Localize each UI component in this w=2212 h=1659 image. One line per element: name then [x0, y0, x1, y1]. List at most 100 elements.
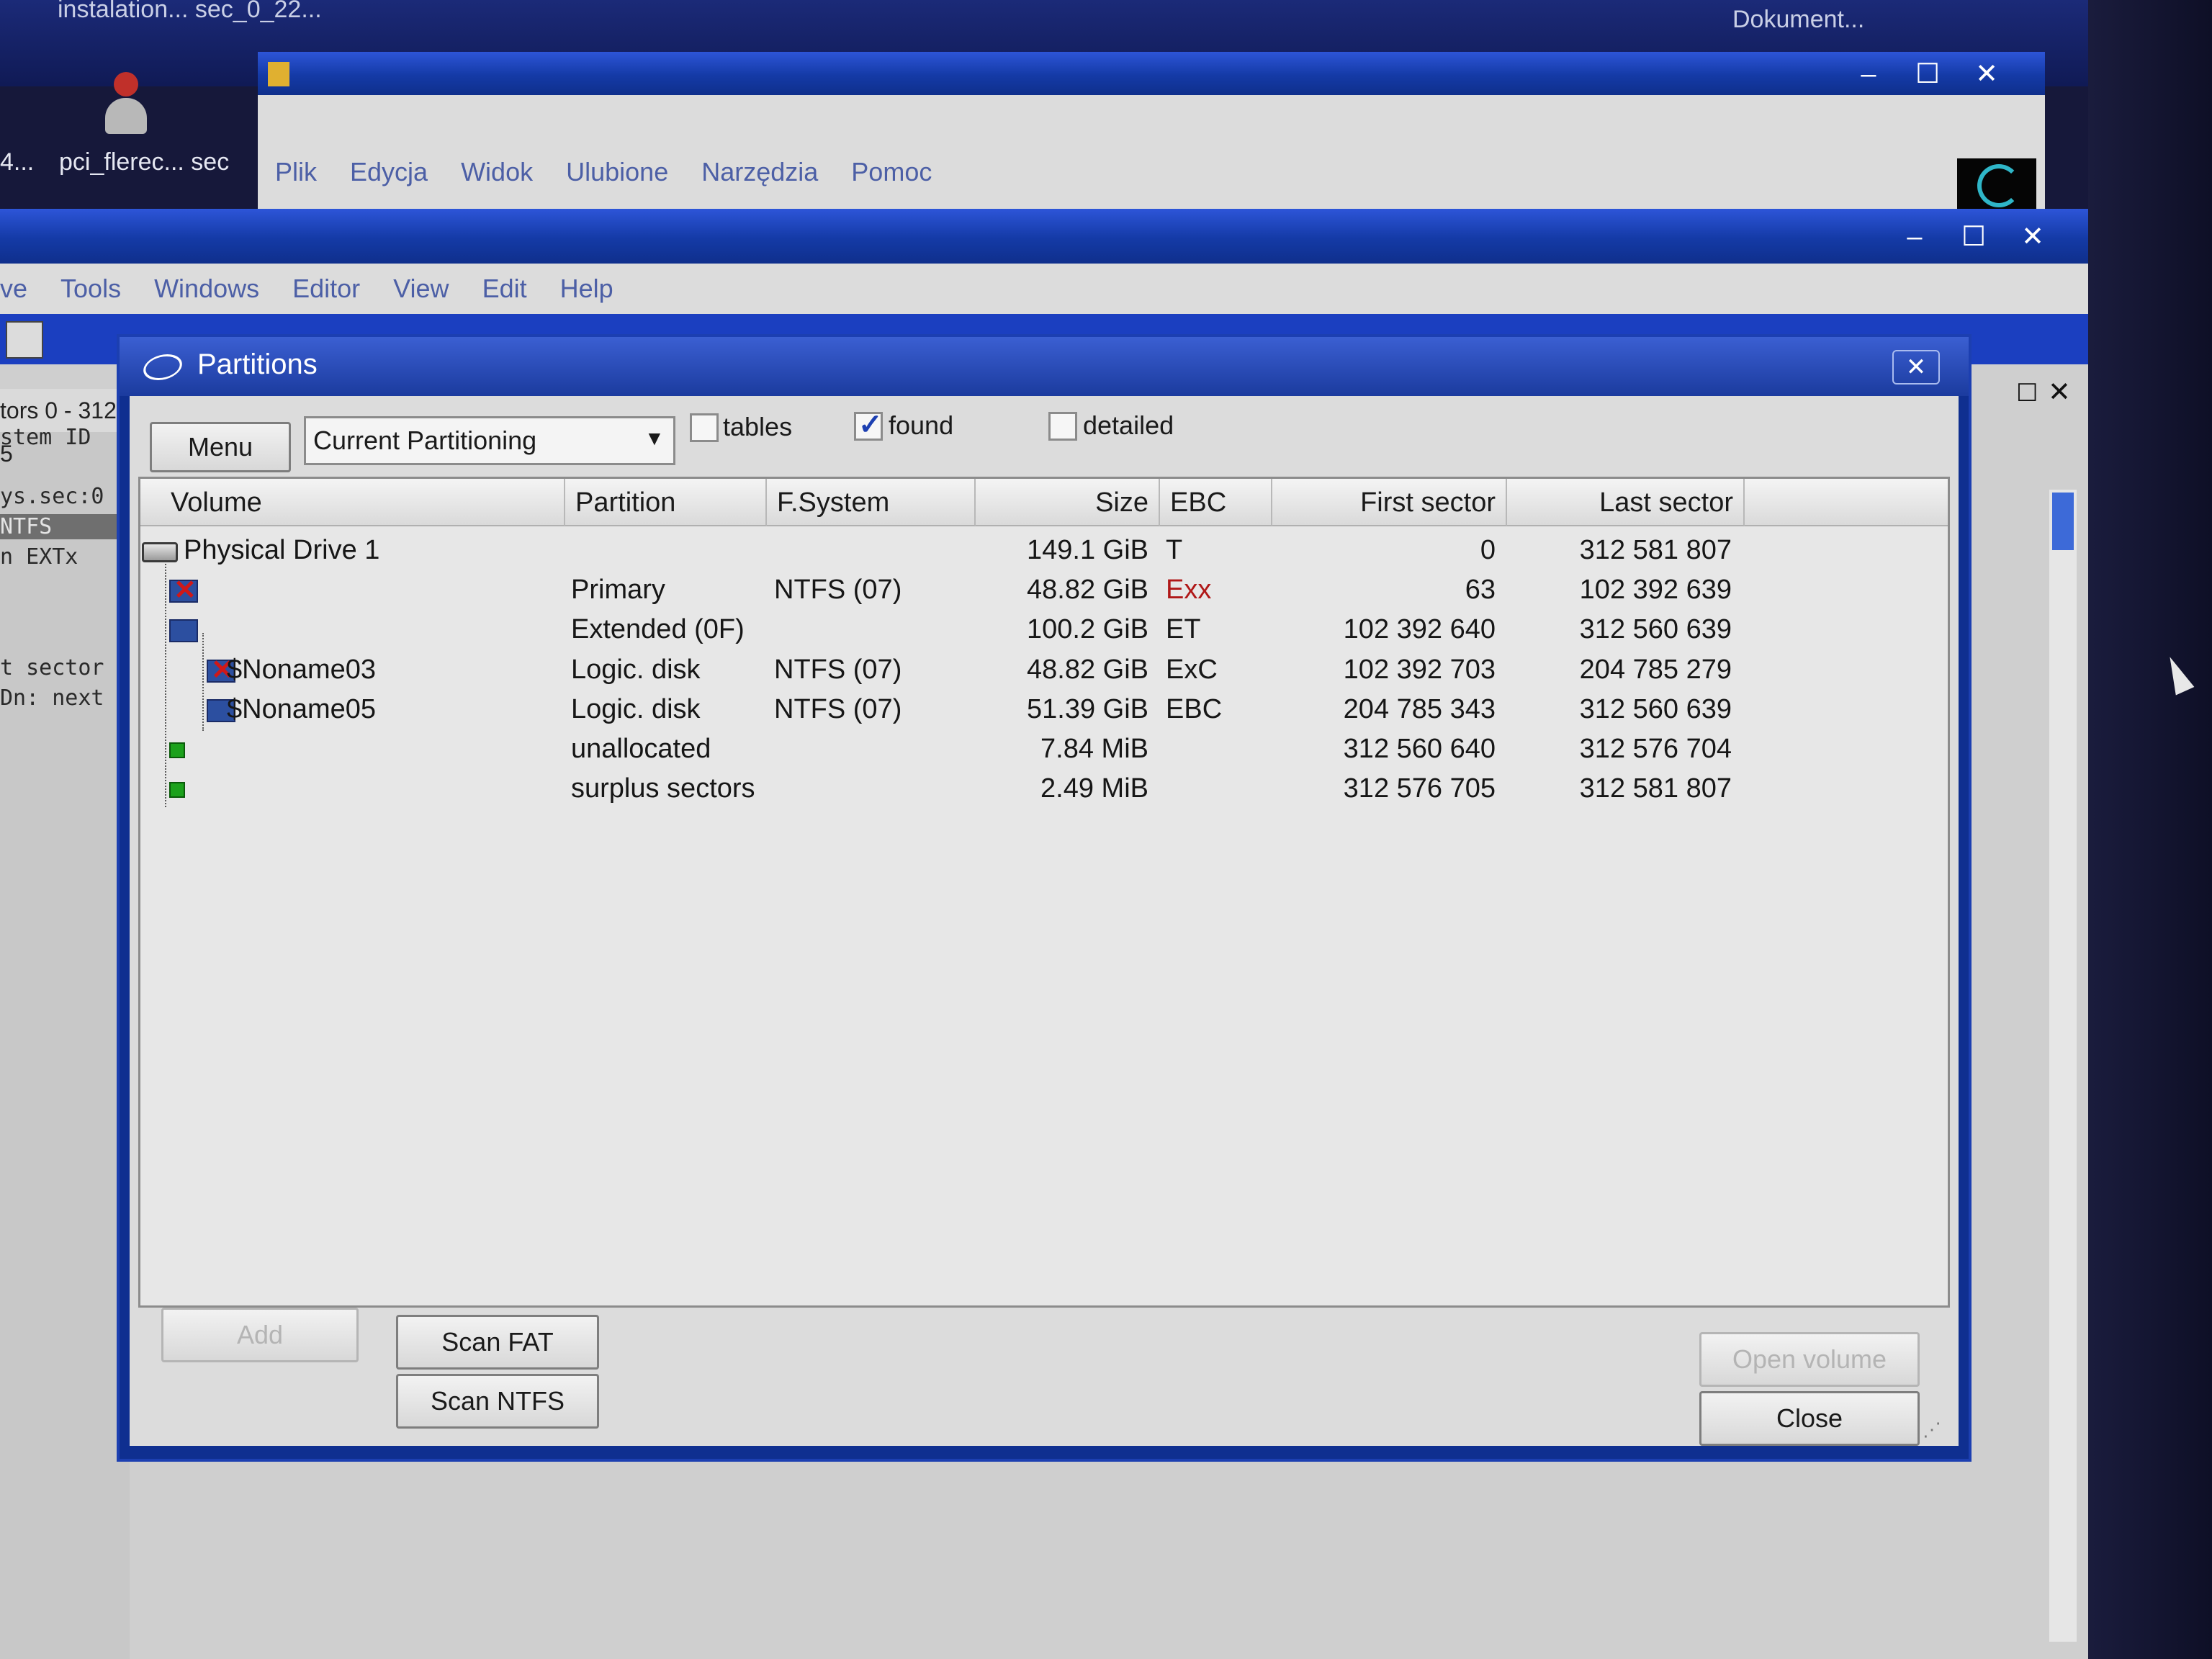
app-menu-windows[interactable]: Windows — [154, 274, 259, 303]
found-checkbox[interactable] — [854, 408, 883, 441]
ebc-cell: Exx — [1166, 575, 1212, 605]
column-filesystem[interactable]: F.System — [767, 479, 976, 526]
folder-icon — [268, 62, 289, 86]
volume-cell: $Noname05 — [227, 694, 377, 724]
size-cell: 2.49 MiB — [1040, 773, 1148, 804]
column-first-sector[interactable]: First sector — [1272, 479, 1507, 526]
partition-cell: unallocated — [571, 734, 711, 764]
side-line-2[interactable]: NTFS — [0, 514, 130, 539]
size-cell: 51.39 GiB — [1027, 694, 1148, 724]
table-row[interactable]: Primary NTFS (07) 48.82 GiB Exx 63 102 392 63… — [140, 570, 1948, 610]
last-sector-cell: 312 581 807 — [1579, 773, 1732, 804]
last-sector-cell: 102 392 639 — [1579, 575, 1732, 605]
app-close-icon[interactable]: ✕ — [2012, 220, 2054, 253]
app-menu-editor[interactable]: Editor — [292, 274, 360, 303]
first-sector-cell: 312 576 705 — [1343, 773, 1496, 804]
size-cell: 100.2 GiB — [1027, 614, 1148, 644]
desktop-icon-prefix: 4... — [0, 148, 35, 176]
resize-grip-icon[interactable]: ⋰ — [1923, 1419, 1944, 1440]
side-line-1: ys.sec:0 — [0, 484, 104, 509]
table-row[interactable]: Physical Drive 1 149.1 GiB T 0 312 581 807 — [140, 531, 1948, 570]
explorer-menu-ulubione[interactable]: Ulubione — [566, 157, 668, 186]
last-sector-cell: 312 560 639 — [1579, 614, 1732, 644]
chevron-down-icon[interactable]: ▼ — [644, 427, 665, 450]
ebc-cell: T — [1166, 535, 1183, 565]
windows-logo — [1957, 158, 2036, 209]
dialog-close-icon[interactable]: ✕ — [1892, 350, 1940, 385]
filesystem-cell: NTFS (07) — [774, 575, 902, 605]
first-sector-cell: 204 785 343 — [1343, 694, 1496, 724]
scan-ntfs-button[interactable]: Scan NTFS — [396, 1374, 599, 1429]
minimize-icon[interactable]: ‒ — [1848, 58, 1889, 91]
found-label: found — [889, 410, 954, 440]
tables-checkbox[interactable] — [690, 413, 719, 442]
scan-fat-button[interactable]: Scan FAT — [396, 1315, 599, 1370]
free-space-icon — [169, 742, 185, 758]
partition-cell: Logic. disk — [571, 655, 701, 685]
extended-partition-icon — [169, 619, 198, 642]
size-cell: 48.82 GiB — [1027, 575, 1148, 605]
column-last-sector[interactable]: Last sector — [1507, 479, 1745, 526]
close-icon[interactable]: ✕ — [1966, 58, 2008, 91]
dropdown-value: Current Partitioning — [313, 426, 537, 455]
ebc-cell: ET — [1166, 614, 1201, 644]
table-row[interactable]: surplus sectors 2.49 MiB 312 576 705 312 58… — [140, 769, 1948, 809]
size-cell: 7.84 MiB — [1040, 734, 1148, 764]
app-menu-view[interactable]: View — [393, 274, 449, 303]
partition-list: Volume Partition F.System Size EBC First… — [138, 477, 1950, 1308]
app-menu-help[interactable]: Help — [560, 274, 613, 303]
explorer-menubar: Plik Edycja Widok Ulubione Narzędzia Pomoc — [258, 95, 2045, 210]
explorer-menu-narzędzia[interactable]: Narzędzia — [701, 157, 818, 186]
user-icon[interactable] — [101, 72, 151, 137]
last-sector-cell: 312 576 704 — [1579, 734, 1732, 764]
last-sector-cell: 312 560 639 — [1579, 694, 1732, 724]
app-menu-edit[interactable]: Edit — [482, 274, 527, 303]
side-line-7: Dn: next — [0, 685, 104, 711]
column-ebc[interactable]: EBC — [1160, 479, 1272, 526]
partition-cell: Logic. disk — [571, 694, 701, 724]
column-partition[interactable]: Partition — [565, 479, 767, 526]
maximize-icon[interactable]: ☐ — [1907, 58, 1948, 91]
explorer-menu-plik[interactable]: Plik — [275, 157, 317, 186]
app-menubar: ve Tools Windows Editor View Edit Help — [0, 264, 2088, 314]
explorer-menu-pomoc[interactable]: Pomoc — [851, 157, 932, 186]
app-minimize-icon[interactable]: ‒ — [1894, 220, 1936, 253]
size-cell: 48.82 GiB — [1027, 655, 1148, 685]
table-row[interactable]: $Noname05 Logic. disk NTFS (07) 51.39 GiB EB… — [140, 690, 1948, 729]
app-maximize-icon[interactable]: ☐ — [1953, 220, 1995, 253]
first-sector-cell: 102 392 703 — [1343, 655, 1496, 685]
table-row[interactable]: $Noname03 Logic. disk NTFS (07) 48.82 GiB Ex… — [140, 650, 1948, 690]
pane-scrollbar[interactable] — [2049, 490, 2077, 1642]
pane-maximize-icon[interactable]: ☐ — [2016, 379, 2045, 408]
ebc-cell: EBC — [1166, 694, 1223, 724]
app-menu-tools[interactable]: Tools — [60, 274, 121, 303]
detailed-label: detailed — [1083, 410, 1174, 440]
pane-close-icon[interactable]: ✕ — [2048, 376, 2077, 408]
desktop-icon-caption: pci_flerec... sec — [59, 148, 230, 176]
explorer-menu-edycja[interactable]: Edycja — [350, 157, 428, 186]
column-size[interactable]: Size — [976, 479, 1160, 526]
close-button[interactable]: Close — [1699, 1391, 1920, 1446]
desktop-right — [2088, 0, 2212, 1659]
partition-cell: Primary — [571, 575, 665, 605]
table-row[interactable]: Extended (0F) 100.2 GiB ET 102 392 640 312 5… — [140, 610, 1948, 649]
partitioning-dropdown[interactable]: Current Partitioning ▼ — [304, 416, 675, 465]
partition-error-icon — [169, 574, 198, 606]
table-row[interactable]: unallocated 7.84 MiB 312 560 640 312 576 70… — [140, 729, 1948, 769]
ebc-cell: ExC — [1166, 655, 1218, 685]
size-cell: 149.1 GiB — [1027, 535, 1148, 565]
toolbar-list-icon[interactable] — [6, 321, 43, 359]
partitions-icon — [139, 354, 186, 380]
detailed-checkbox[interactable] — [1048, 412, 1077, 441]
open-volume-button[interactable]: Open volume — [1699, 1332, 1920, 1387]
menu-button[interactable]: Menu — [150, 422, 291, 472]
free-space-icon — [169, 782, 185, 798]
app-menu-ve[interactable]: ve — [0, 274, 27, 303]
explorer-titlebar: ‒ ☐ ✕ — [258, 52, 2045, 95]
add-button[interactable]: Add — [161, 1308, 359, 1362]
explorer-window: ‒ ☐ ✕ Plik Edycja Widok Ulubione Narzędzia Po… — [258, 52, 2045, 210]
column-volume[interactable]: Volume — [140, 479, 565, 526]
column-filler — [1745, 479, 1948, 526]
filesystem-cell: NTFS (07) — [774, 694, 902, 724]
explorer-menu-widok[interactable]: Widok — [461, 157, 533, 186]
